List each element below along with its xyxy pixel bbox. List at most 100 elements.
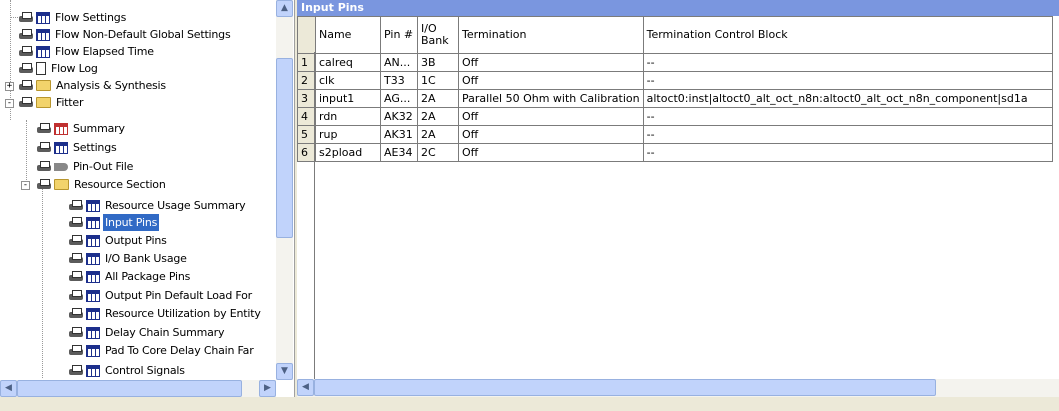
cell-io-bank: 2A (417, 89, 459, 108)
cell-pin: AG... (380, 89, 418, 108)
cell-name: rdn (315, 107, 381, 126)
table-icon (86, 270, 100, 283)
tree-item-label: Pin-Out File (73, 160, 134, 173)
cell-name: calreq (315, 53, 381, 72)
row-number: 6 (297, 143, 316, 162)
cell-termination-control-block: -- (642, 143, 1053, 162)
tree-item-flow-non-default-global-settings[interactable]: Flow Non-Default Global Settings (18, 26, 233, 43)
collapse-icon[interactable]: - (21, 181, 30, 190)
tree-item-resource-section[interactable]: Resource Section (36, 176, 168, 193)
tree-item-summary[interactable]: Summary (36, 120, 127, 137)
tree-horizontal-scrollbar[interactable]: ◀ ▶ (0, 380, 276, 397)
printer-icon (68, 289, 85, 302)
table-row[interactable]: 3 input1 AG... 2A Parallel 50 Ohm with C… (297, 89, 1053, 108)
printer-icon (68, 216, 85, 229)
table-row[interactable]: 1 calreq AN... 3B Off -- (297, 53, 1053, 72)
tree-vertical-scrollbar[interactable]: ▲ ▼ (276, 0, 293, 380)
scroll-left-icon[interactable]: ◀ (297, 379, 314, 396)
table-icon (86, 364, 100, 377)
table-header-row: Name Pin # I/O Bank Termination Terminat… (297, 16, 1053, 54)
tree-item-flow-settings[interactable]: Flow Settings (10, 9, 128, 26)
printer-icon (68, 234, 85, 247)
report-horizontal-scrollbar[interactable]: ◀ (297, 379, 1059, 397)
table-row[interactable]: 2 clk T33 1C Off -- (297, 71, 1053, 90)
column-header-termination-control-block[interactable]: Termination Control Block (642, 16, 1053, 54)
printer-icon (18, 11, 35, 24)
column-header-name[interactable]: Name (315, 16, 381, 54)
tree-item-label: Resource Usage Summary (105, 199, 246, 212)
tree-item-label: Delay Chain Summary (105, 326, 225, 339)
tree-item-label: Control Signals (105, 364, 185, 377)
tree-scroll-thumb[interactable] (276, 58, 293, 238)
tree-item-label: Input Pins (103, 214, 160, 231)
printer-icon (68, 344, 85, 357)
tree-item-analysis-synthesis[interactable]: Analysis & Synthesis (18, 77, 168, 94)
cell-termination-control-block: -- (642, 107, 1053, 126)
tree-item-output-pins[interactable]: Output Pins (68, 232, 169, 249)
report-hscroll-thumb[interactable] (314, 379, 936, 396)
cell-pin: AN... (380, 53, 418, 72)
scroll-right-icon[interactable]: ▶ (259, 380, 276, 397)
expand-icon[interactable]: + (5, 82, 14, 91)
tree-item-fitter[interactable]: Fitter (18, 94, 85, 111)
status-strip (0, 397, 1059, 411)
cell-termination-control-block: altoct0:inst|altoct0_alt_oct_n8n:altoct0… (642, 89, 1053, 108)
document-icon (36, 62, 46, 75)
tree-item-pad-to-core-delay-chain[interactable]: Pad To Core Delay Chain Far (68, 342, 256, 359)
table-icon (86, 344, 100, 357)
cell-termination: Off (458, 107, 644, 126)
tree-item-label: Resource Section (74, 178, 166, 191)
printer-icon (18, 96, 35, 109)
scroll-up-icon[interactable]: ▲ (276, 0, 293, 17)
row-number: 1 (297, 53, 316, 72)
printer-icon (68, 252, 85, 265)
tree-item-output-pin-default-load[interactable]: Output Pin Default Load For (68, 287, 254, 304)
cell-pin: T33 (380, 71, 418, 90)
folder-icon (36, 80, 51, 91)
cell-termination: Off (458, 143, 644, 162)
report-tree-pane: Flow Settings Flow Non-Default Global Se… (0, 0, 295, 397)
table-icon (86, 199, 100, 212)
printer-icon (36, 178, 53, 191)
printer-icon (68, 326, 85, 339)
tree-item-flow-log[interactable]: Flow Log (18, 60, 100, 77)
tree-hscroll-thumb[interactable] (17, 380, 242, 397)
column-header-io-bank[interactable]: I/O Bank (417, 16, 459, 54)
printer-icon (68, 307, 85, 320)
tree-item-pin-out-file[interactable]: Pin-Out File (36, 158, 135, 175)
table-row[interactable]: 5 rup AK31 2A Off -- (297, 125, 1053, 144)
cell-termination-control-block: -- (642, 53, 1053, 72)
table-row[interactable]: 6 s2pload AE34 2C Off -- (297, 143, 1053, 162)
table-icon (86, 289, 100, 302)
tree-item-delay-chain-summary[interactable]: Delay Chain Summary (68, 324, 226, 341)
tree-item-all-package-pins[interactable]: All Package Pins (68, 268, 192, 285)
table-icon (54, 141, 68, 154)
table-icon (54, 122, 68, 135)
column-header-pin[interactable]: Pin # (380, 16, 418, 54)
printer-icon (18, 28, 35, 41)
tree-item-resource-utilization-by-entity[interactable]: Resource Utilization by Entity (68, 305, 263, 322)
column-header-termination[interactable]: Termination (458, 16, 644, 54)
tree-item-input-pins[interactable]: Input Pins (68, 214, 160, 231)
tree-item-flow-elapsed-time[interactable]: Flow Elapsed Time (18, 43, 156, 60)
cell-name: rup (315, 125, 381, 144)
table-icon (86, 252, 100, 265)
row-number: 4 (297, 107, 316, 126)
cell-termination: Off (458, 125, 644, 144)
tree-item-label: Pad To Core Delay Chain Far (105, 344, 254, 357)
printer-icon (36, 141, 53, 154)
table-icon (86, 216, 100, 229)
scroll-down-icon[interactable]: ▼ (276, 363, 293, 380)
tree-item-control-signals[interactable]: Control Signals (68, 362, 187, 379)
table-row[interactable]: 4 rdn AK32 2A Off -- (297, 107, 1053, 126)
tree-item-label: All Package Pins (105, 270, 191, 283)
cell-termination: Off (458, 53, 644, 72)
cell-io-bank: 1C (417, 71, 459, 90)
table-icon (86, 326, 100, 339)
collapse-icon[interactable]: - (5, 99, 14, 108)
tree-item-io-bank-usage[interactable]: I/O Bank Usage (68, 250, 189, 267)
scroll-left-icon[interactable]: ◀ (0, 380, 17, 397)
tree-item-settings[interactable]: Settings (36, 139, 119, 156)
tree-item-resource-usage-summary[interactable]: Resource Usage Summary (68, 197, 247, 214)
cell-name: clk (315, 71, 381, 90)
